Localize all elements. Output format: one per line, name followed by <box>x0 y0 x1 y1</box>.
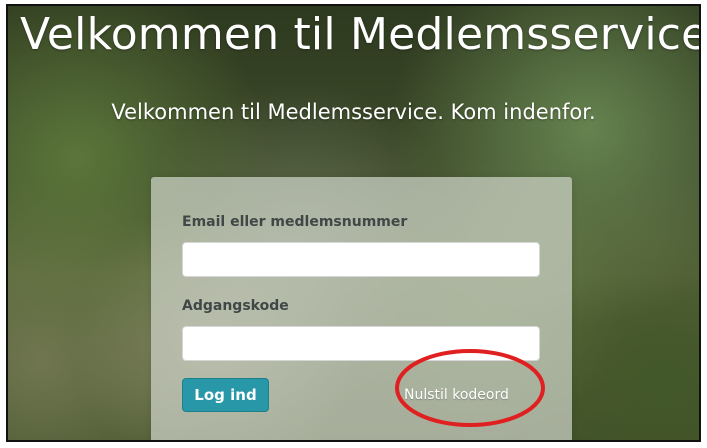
login-button[interactable]: Log ind <box>182 378 269 412</box>
login-form: Email eller medlemsnummer Adgangskode Lo… <box>151 177 572 440</box>
screenshot-frame: Velkommen til Medlemsservice Velkommen t… <box>6 4 701 442</box>
password-label: Adgangskode <box>182 298 289 314</box>
welcome-subtitle: Velkommen til Medlemsservice. Kom indenf… <box>111 100 596 124</box>
page-title: Velkommen til Medlemsservice <box>20 9 701 60</box>
email-label: Email eller medlemsnummer <box>182 214 408 230</box>
reset-password-link[interactable]: Nulstil kodeord <box>404 387 509 403</box>
email-input[interactable] <box>182 242 540 277</box>
password-input[interactable] <box>182 326 540 361</box>
